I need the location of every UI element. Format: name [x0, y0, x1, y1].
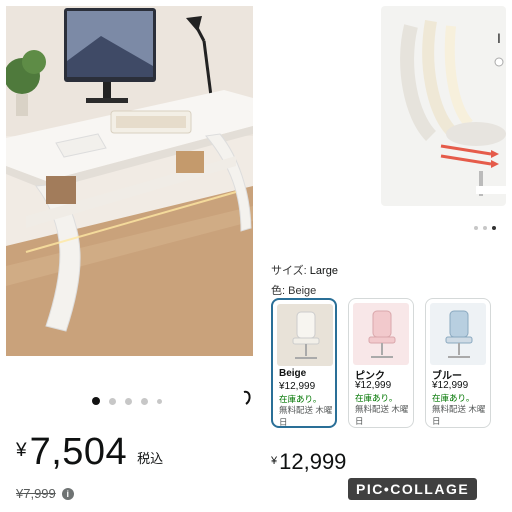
carousel-dot[interactable]	[483, 226, 487, 230]
chair-carousel-indicator	[474, 226, 496, 230]
carousel-dot[interactable]	[109, 397, 116, 405]
option-shipping: 無料配送 木曜日	[432, 404, 486, 426]
share-icon[interactable]	[242, 388, 253, 406]
chair-product-image[interactable]	[381, 6, 506, 206]
color-value: Beige	[288, 285, 317, 297]
variant-selector-panel: サイズ: Large 色: Beige Beige ¥12,999 在庫あり。 …	[263, 254, 506, 506]
color-label: 色:	[271, 285, 286, 297]
option-shipping: 無料配送 木曜日	[355, 404, 409, 426]
carousel-dot[interactable]	[92, 397, 100, 405]
color-options: Beige ¥12,999 在庫あり。 無料配送 木曜日 ピンク ¥12,999…	[271, 298, 491, 428]
option-price: ¥12,999	[279, 381, 316, 392]
reference-price: ¥7,999 i	[16, 486, 74, 501]
info-icon[interactable]: i	[61, 487, 74, 500]
watermark: PIC•COLLAGE	[348, 478, 478, 500]
carousel-dot[interactable]	[141, 397, 148, 405]
color-option-blue[interactable]: ブルー ¥12,999 在庫あり。 無料配送 木曜日	[425, 298, 491, 428]
option-shipping: 無料配送 木曜日	[279, 405, 333, 427]
price-display: ¥ 7,504 税込	[16, 432, 163, 472]
color-row: 色: Beige	[271, 282, 316, 298]
selected-price: ¥ 12,999	[271, 450, 346, 474]
color-option-beige[interactable]: Beige ¥12,999 在庫あり。 無料配送 木曜日	[271, 298, 337, 428]
option-price: ¥12,999	[432, 380, 469, 391]
currency-symbol: ¥	[16, 440, 27, 461]
image-carousel-indicator	[92, 397, 162, 405]
size-label: サイズ:	[271, 265, 307, 277]
chair-image-panel: I	[263, 6, 506, 248]
color-option-pink[interactable]: ピンク ¥12,999 在庫あり。 無料配送 木曜日	[348, 298, 414, 428]
reference-price-value: ¥7,999	[16, 486, 56, 501]
carousel-dot[interactable]	[474, 226, 478, 230]
carousel-dot[interactable]	[492, 226, 496, 230]
size-row: サイズ: Large	[271, 262, 338, 278]
price-amount: 12,999	[279, 449, 347, 474]
chair-thumbnail	[277, 304, 333, 366]
price-amount: 7,504	[29, 431, 128, 473]
left-panel: ¥ 7,504 税込 ¥7,999 i	[6, 6, 253, 506]
option-name: Beige	[279, 368, 307, 379]
overlay-text: I	[497, 30, 501, 46]
currency-symbol: ¥	[271, 455, 278, 467]
chair-thumbnail	[430, 303, 486, 365]
size-value[interactable]: Large	[310, 265, 338, 277]
carousel-dot[interactable]	[157, 398, 162, 404]
desk-product-image[interactable]	[6, 6, 253, 356]
chair-thumbnail	[353, 303, 409, 365]
option-price: ¥12,999	[355, 380, 392, 391]
carousel-dot[interactable]	[125, 397, 132, 405]
tax-note: 税込	[137, 451, 164, 466]
